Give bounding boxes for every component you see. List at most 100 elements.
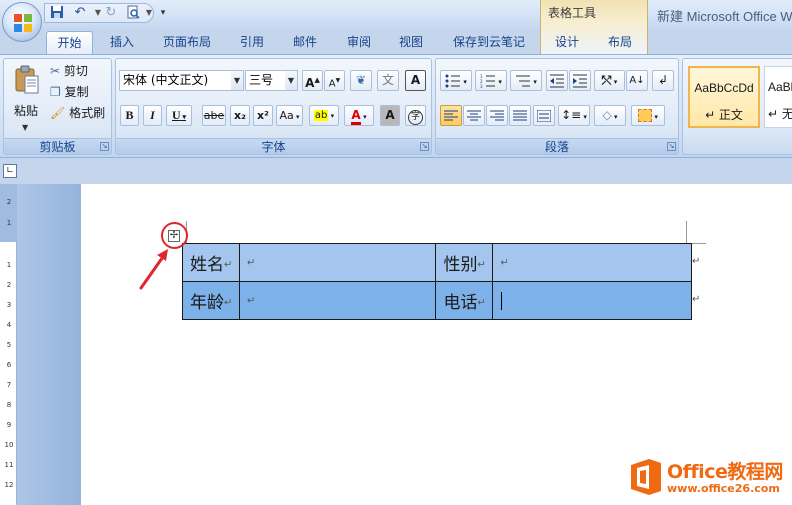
shading-button[interactable]: ◇ ▾ [594, 105, 626, 126]
table-cell[interactable]: ↵ [492, 243, 692, 282]
style-normal[interactable]: AaBbCcDd ↵ 正文 [688, 66, 760, 128]
bold-label: B [125, 108, 134, 122]
table-cell[interactable]: 年龄↵ [182, 281, 240, 320]
line-spacing-button[interactable]: ↕≡ ▾ [558, 105, 590, 126]
paste-dropdown-icon: ▼ [22, 123, 29, 132]
font-name-dropdown-icon[interactable]: ▼ [231, 71, 243, 90]
increase-indent-icon [573, 74, 587, 87]
change-case-button[interactable]: Aa ▾ [276, 105, 303, 126]
document-table[interactable]: 姓名↵ ↵ 性别↵ ↵ 年龄↵ ↵ 电话↵ [182, 243, 692, 320]
clipboard-group: 粘贴 ▼ ✂ 剪切 ❐ 复制 🖌 格式刷 剪贴板 ↘ [3, 58, 112, 155]
character-border-label: A [410, 73, 421, 87]
font-size-combo[interactable]: 三号 ▼ [245, 70, 298, 91]
tab-layout[interactable]: 布局 [598, 31, 642, 54]
paragraph-launcher-icon[interactable]: ↘ [667, 142, 676, 151]
font-size-dropdown-icon[interactable]: ▼ [285, 71, 297, 90]
tab-design[interactable]: 设计 [545, 31, 589, 54]
font-group-label: 字体 [116, 138, 431, 154]
cut-label: 剪切 [63, 64, 88, 78]
character-border-button[interactable]: A [405, 70, 426, 91]
grow-font-button[interactable]: A▲ [302, 70, 323, 91]
table-cell[interactable]: ↵ [238, 281, 437, 320]
format-painter-button[interactable]: 🖌 格式刷 [49, 103, 111, 124]
tab-mailings[interactable]: 邮件 [283, 31, 327, 54]
print-preview-icon[interactable] [125, 5, 141, 21]
strikethrough-button[interactable]: abe [202, 105, 226, 126]
tab-selector-icon[interactable]: ∟ [3, 164, 17, 178]
shrink-font-button[interactable]: A▼ [324, 70, 345, 91]
bullets-button[interactable]: ▾ [440, 70, 472, 91]
font-launcher-icon[interactable]: ↘ [420, 142, 429, 151]
copy-button[interactable]: ❐ 复制 [49, 82, 109, 103]
justify-icon [513, 110, 527, 120]
numbering-button[interactable]: 123 ▾ [475, 70, 507, 91]
font-name-combo[interactable]: 宋体 (中文正文) ▼ [119, 70, 244, 91]
style-no-spacing-sample: AaBb [768, 80, 792, 94]
paste-button[interactable]: 粘贴 ▼ [7, 61, 45, 133]
annotation-arrow [139, 249, 168, 290]
table-cell[interactable]: ↵ [238, 243, 437, 282]
undo-icon[interactable]: ↶ [72, 5, 88, 21]
paint-bucket-icon: ◇ [602, 108, 612, 122]
cut-button[interactable]: ✂ 剪切 [49, 61, 109, 82]
clear-format-icon: ❦ [355, 73, 367, 87]
cell-text: 年龄 [190, 293, 224, 313]
multilevel-list-button[interactable]: ▾ [510, 70, 542, 91]
table-cell[interactable]: 性别↵ [435, 243, 494, 282]
save-icon[interactable] [49, 5, 65, 21]
sort-button[interactable]: A↓ [626, 70, 648, 91]
vruler-label: 4 [6, 321, 12, 329]
table-cell[interactable]: 电话↵ [435, 281, 494, 320]
clipboard-group-label: 剪贴板 [4, 138, 111, 154]
shrink-font-label: A [328, 78, 336, 90]
vruler-label: 2 [6, 198, 12, 206]
paste-icon [15, 65, 39, 94]
align-center-icon [467, 110, 481, 120]
align-center-button[interactable] [463, 105, 485, 126]
vruler-label: 10 [4, 441, 14, 449]
tab-review[interactable]: 审阅 [337, 31, 381, 54]
watermark-name: Office教程网 [667, 461, 783, 483]
show-marks-button[interactable]: ↲ [652, 70, 674, 91]
increase-indent-button[interactable] [569, 70, 591, 91]
office-button[interactable] [2, 2, 42, 42]
copy-label: 复制 [64, 85, 89, 99]
tab-page-layout[interactable]: 页面布局 [154, 31, 220, 54]
highlight-button[interactable]: ab ▾ [309, 105, 339, 126]
chinese-layout-button[interactable]: ⤲ ▾ [594, 70, 625, 91]
watermark-url: www.office26.com [667, 482, 780, 495]
tab-home[interactable]: 开始 [46, 31, 93, 54]
subscript-button[interactable]: x₂ [230, 105, 250, 126]
underline-button[interactable]: U ▾ [166, 105, 192, 126]
superscript-button[interactable]: x² [253, 105, 273, 126]
align-left-button[interactable] [440, 105, 462, 126]
copy-icon: ❐ [50, 85, 61, 99]
clipboard-launcher-icon[interactable]: ↘ [100, 142, 109, 151]
document-title: 新建 Microsoft Office W [657, 9, 792, 24]
tab-insert[interactable]: 插入 [100, 31, 144, 54]
svg-text:3: 3 [480, 84, 483, 88]
tab-view[interactable]: 视图 [389, 31, 433, 54]
italic-button[interactable]: I [143, 105, 162, 126]
table-cell[interactable]: 姓名↵ [182, 243, 240, 282]
customize-qat-icon[interactable]: ▾ [155, 5, 171, 21]
row-end-mark: ↵ [692, 294, 701, 305]
align-right-button[interactable] [486, 105, 508, 126]
character-shading-button[interactable]: A [380, 105, 400, 126]
style-no-spacing[interactable]: AaBb ↵ 无 [764, 66, 792, 128]
tab-save-cloud[interactable]: 保存到云笔记 [444, 31, 534, 54]
redo-icon[interactable]: ↻ [103, 5, 119, 21]
enclose-characters-button[interactable]: 字 [405, 105, 426, 126]
bold-button[interactable]: B [120, 105, 139, 126]
table-cell[interactable] [492, 281, 692, 320]
borders-button[interactable]: ▾ [631, 105, 665, 126]
distributed-button[interactable] [533, 105, 555, 126]
phonetic-guide-button[interactable]: 文 [377, 70, 399, 91]
font-color-button[interactable]: A ▾ [344, 105, 374, 126]
tab-references[interactable]: 引用 [230, 31, 274, 54]
vruler-label: 6 [6, 361, 12, 369]
text-cursor [501, 291, 503, 310]
decrease-indent-button[interactable] [546, 70, 568, 91]
justify-button[interactable] [509, 105, 531, 126]
clear-format-button[interactable]: ❦ [350, 70, 372, 91]
